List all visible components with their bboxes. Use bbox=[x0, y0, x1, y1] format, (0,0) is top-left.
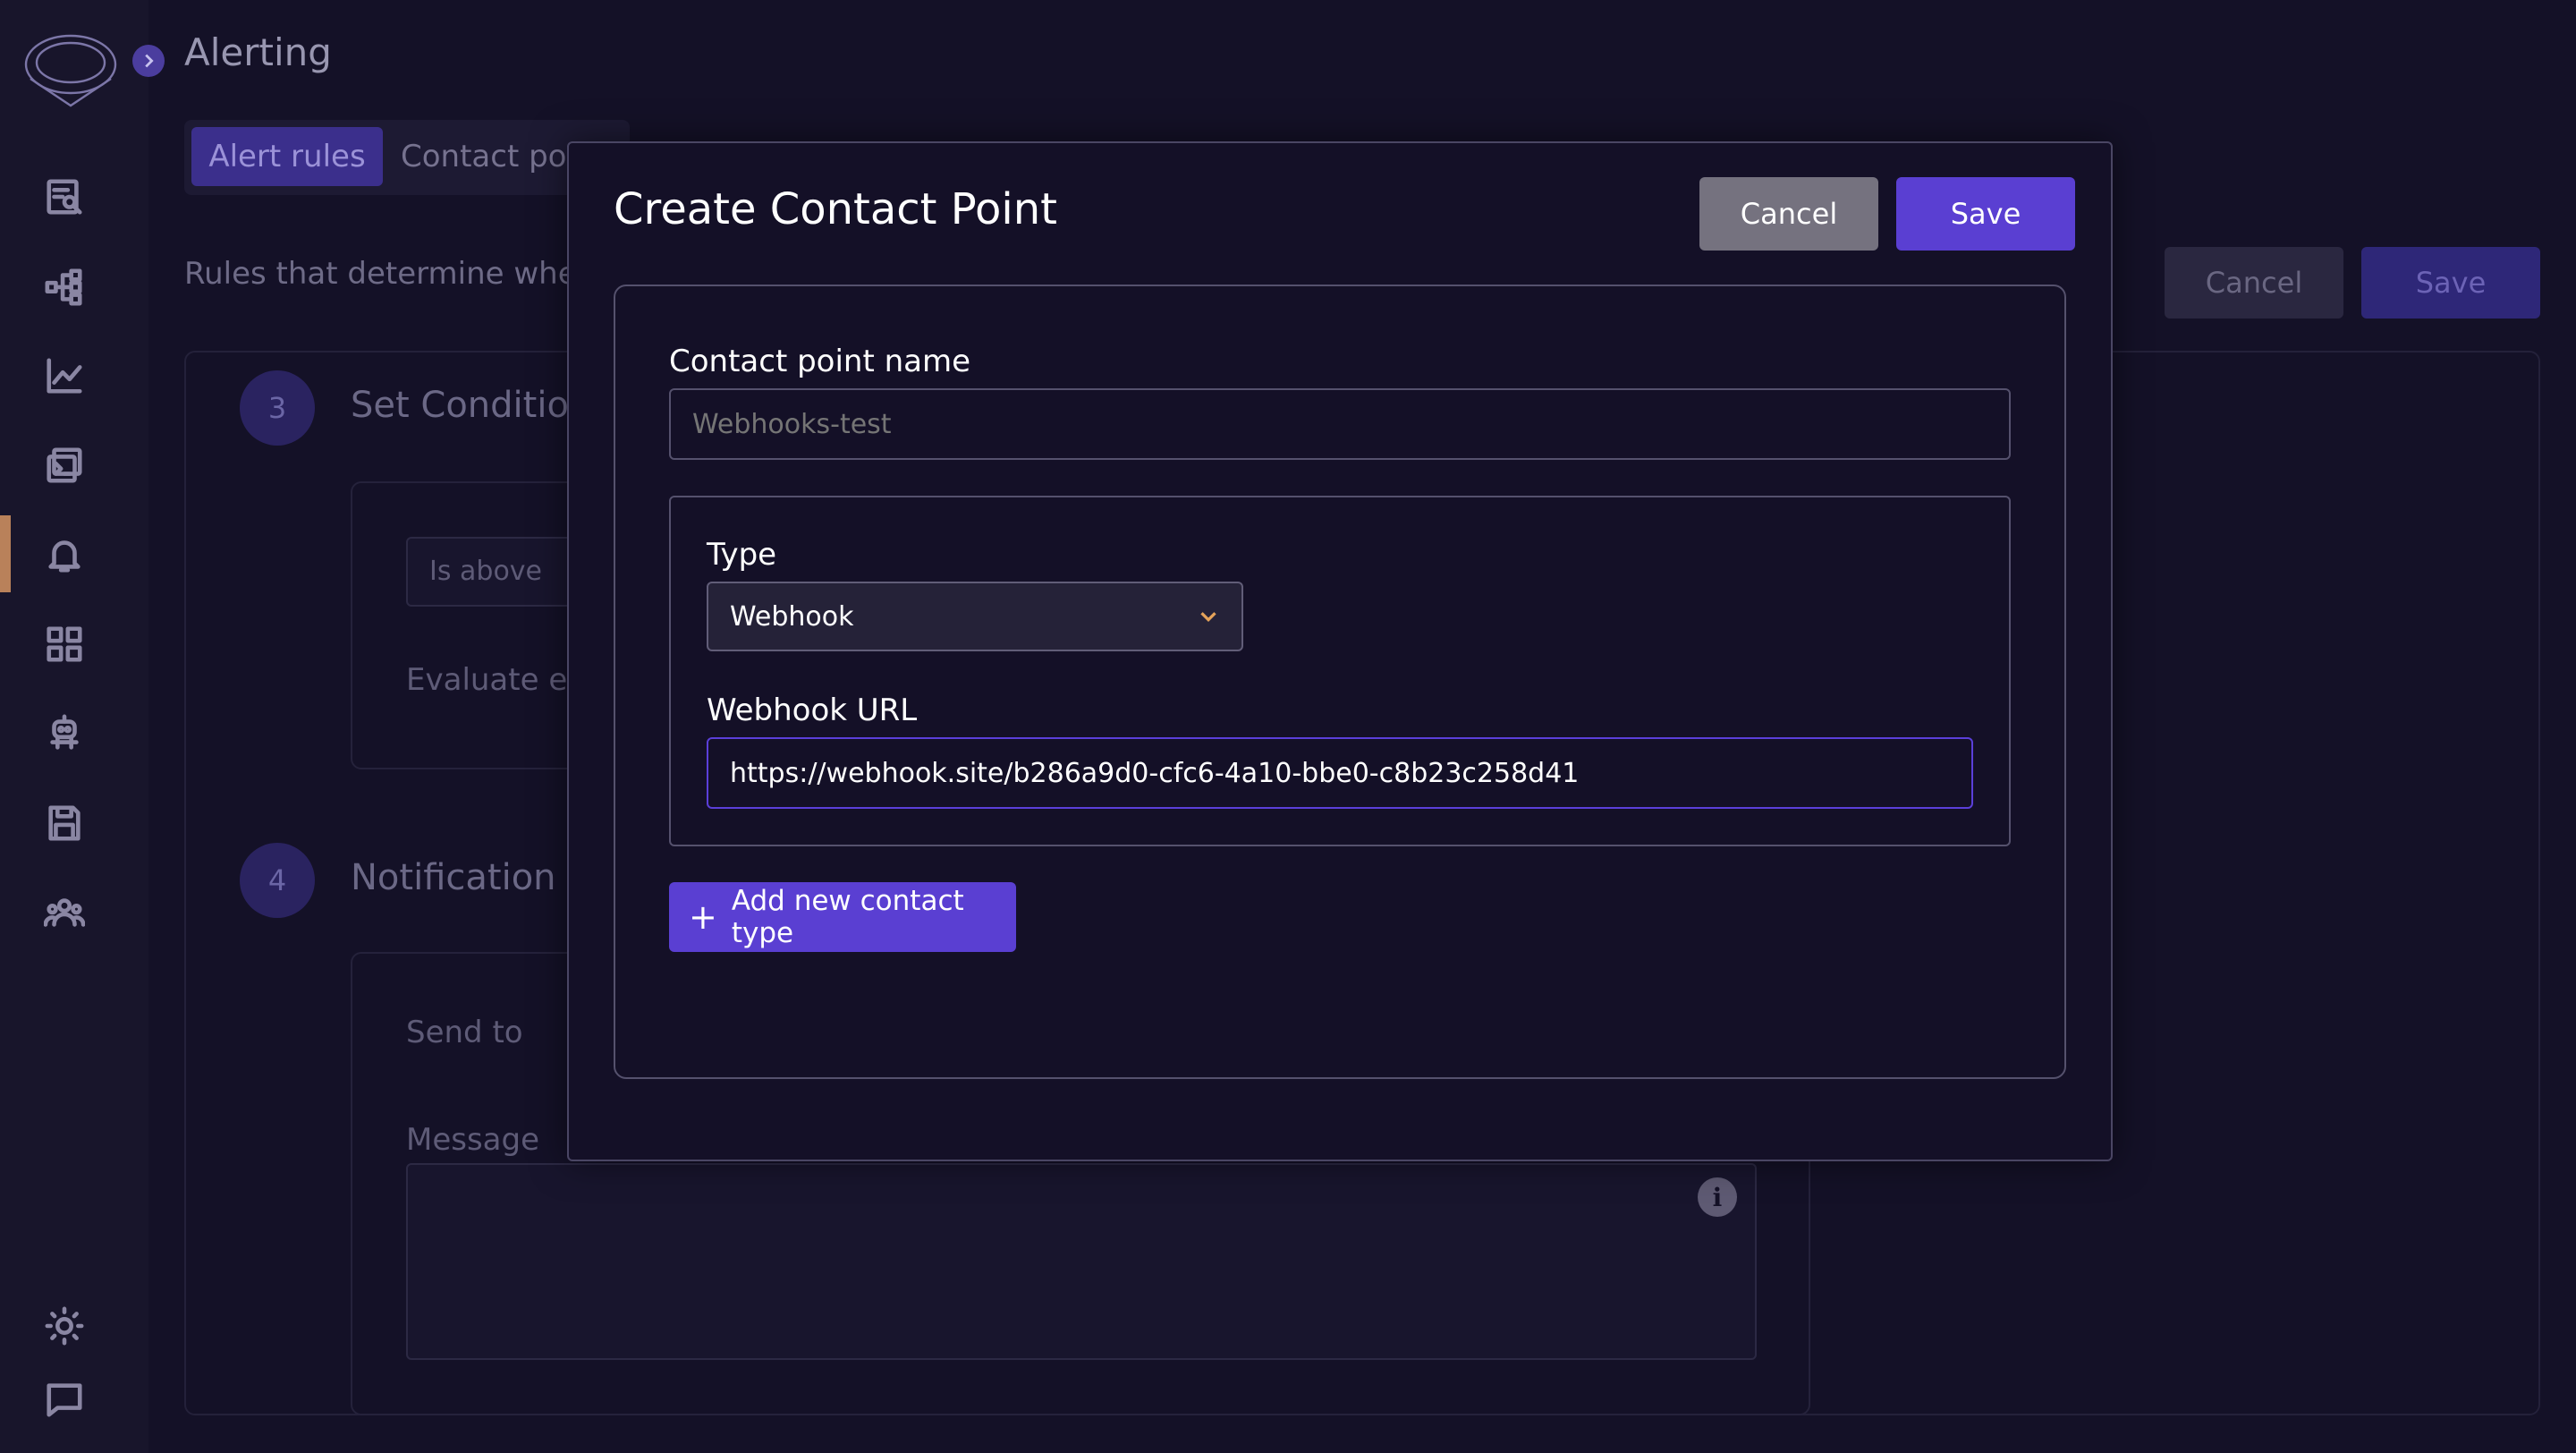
message-textarea[interactable] bbox=[406, 1163, 1757, 1360]
page-cancel-button[interactable]: Cancel bbox=[2165, 247, 2343, 319]
plus-icon: + bbox=[689, 897, 717, 937]
graph-icon[interactable] bbox=[41, 263, 88, 310]
contact-point-name-label: Contact point name bbox=[669, 344, 971, 379]
step-title-set-condition: Set Condition bbox=[351, 385, 592, 426]
webhook-url-label: Webhook URL bbox=[707, 693, 918, 728]
tab-alert-rules[interactable]: Alert rules bbox=[191, 127, 383, 186]
send-to-label: Send to bbox=[406, 1015, 523, 1050]
type-select-value: Webhook bbox=[730, 600, 854, 633]
page-title: Alerting bbox=[184, 30, 332, 74]
query-icon[interactable] bbox=[41, 174, 88, 220]
app-logo[interactable] bbox=[23, 27, 122, 107]
robot-icon[interactable] bbox=[41, 710, 88, 757]
page-save-button[interactable]: Save bbox=[2361, 247, 2540, 319]
type-select[interactable]: Webhook bbox=[707, 582, 1243, 651]
evaluate-label: Evaluate ev bbox=[406, 662, 586, 698]
step-number-3: 3 bbox=[240, 370, 315, 446]
bell-icon[interactable] bbox=[41, 531, 88, 578]
cancel-button[interactable]: Cancel bbox=[1699, 177, 1878, 251]
contact-point-name-input[interactable] bbox=[669, 388, 2011, 460]
sidebar-expand-button[interactable] bbox=[132, 45, 165, 77]
message-label: Message bbox=[406, 1122, 540, 1158]
add-new-contact-type-button[interactable]: + Add new contact type bbox=[669, 882, 1016, 952]
grid-icon[interactable] bbox=[41, 621, 88, 667]
add-new-contact-type-label: Add new contact type bbox=[731, 885, 964, 949]
info-icon[interactable]: i bbox=[1698, 1177, 1737, 1217]
dialog-title: Create Contact Point bbox=[614, 184, 1057, 234]
type-label: Type bbox=[707, 537, 777, 573]
page-subtitle: Rules that determine whet bbox=[184, 256, 589, 292]
active-nav-indicator bbox=[0, 515, 11, 592]
chevron-down-icon bbox=[1200, 612, 1216, 623]
chart-icon[interactable] bbox=[41, 353, 88, 399]
save-button[interactable]: Save bbox=[1896, 177, 2075, 251]
save-icon[interactable] bbox=[41, 800, 88, 846]
step-number-4: 4 bbox=[240, 843, 315, 918]
sidebar bbox=[0, 0, 148, 1453]
step-title-notification: Notification bbox=[351, 857, 556, 898]
sun-icon[interactable] bbox=[41, 1303, 88, 1349]
tab-contact-points[interactable]: Contact poi bbox=[401, 127, 575, 186]
chevron-right-icon bbox=[145, 54, 154, 68]
terminal-icon[interactable] bbox=[41, 442, 88, 489]
webhook-url-input[interactable] bbox=[707, 737, 1973, 809]
users-icon[interactable] bbox=[41, 889, 88, 936]
chat-icon[interactable] bbox=[41, 1376, 88, 1423]
